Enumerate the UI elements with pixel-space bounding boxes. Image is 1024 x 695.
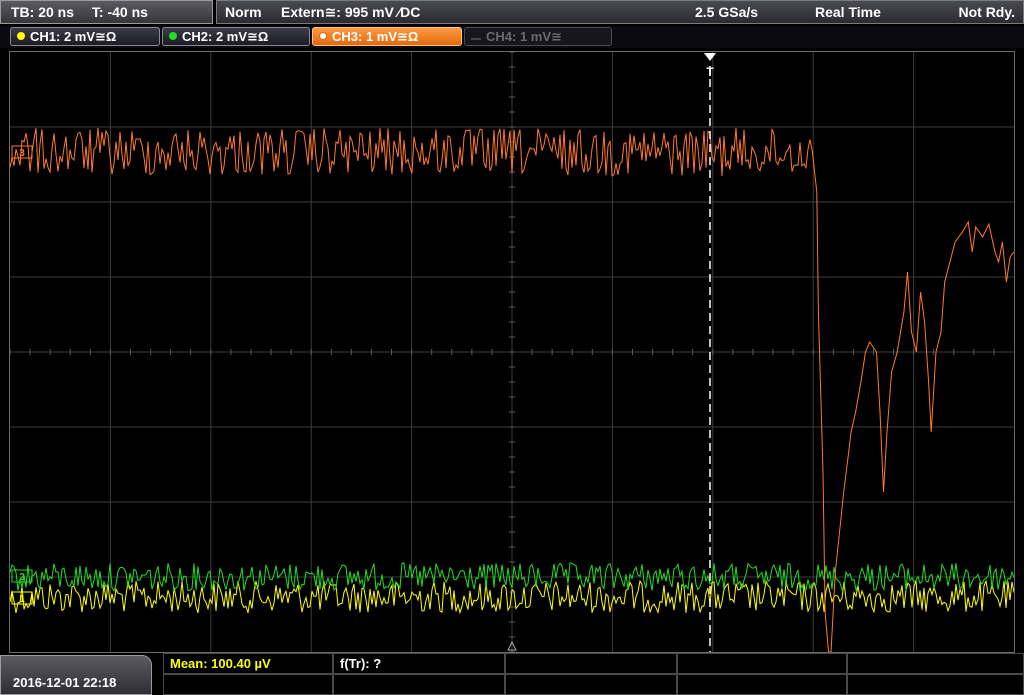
measurement-cell-empty[interactable]: [163, 674, 333, 695]
channel-tab-ch1[interactable]: CH1: 2 mV≅Ω: [10, 27, 160, 46]
waveform-display[interactable]: T 3 2 1: [9, 51, 1015, 653]
ch4-label: CH4: 1 mV≅: [486, 29, 562, 44]
measurement-mean[interactable]: Mean: 100.40 µV: [163, 653, 333, 674]
trigger-source: Extern≅: 995 mV ∕DC: [281, 4, 421, 20]
ch1-color-dot-icon: [17, 32, 25, 40]
channel-tabs: CH1: 2 mV≅Ω CH2: 2 mV≅Ω CH3: 1 mV≅Ω CH4:…: [0, 26, 1024, 48]
measurement-mean-value: Mean: 100.40 µV: [170, 656, 271, 671]
measurement-ftr[interactable]: f(Tr): ?: [333, 653, 505, 674]
acquisition-status: Not Rdy.: [958, 4, 1015, 20]
measurement-cell-empty[interactable]: [677, 653, 847, 674]
trigger-marker-icon: [704, 53, 716, 61]
measurement-cell-empty[interactable]: [505, 674, 677, 695]
timebase-panel[interactable]: TB: 20 ns T: -40 ns: [0, 0, 213, 24]
datetime-readout: 2016-12-01 22:18: [13, 675, 117, 690]
measurement-cell-empty[interactable]: [677, 674, 847, 695]
ch4-off-icon: [471, 38, 481, 40]
ch3-ground-marker-label: 3: [19, 148, 25, 159]
channel-tab-ch3[interactable]: CH3: 1 mV≅Ω: [312, 27, 462, 46]
measurement-cell-empty[interactable]: [847, 653, 1024, 674]
measurement-cell-empty[interactable]: [847, 674, 1024, 695]
ch3-color-dot-icon: [319, 32, 327, 40]
ch2-label: CH2: 2 mV≅Ω: [182, 29, 269, 44]
ch2-color-dot-icon: [169, 32, 177, 40]
trigger-mode: Norm: [225, 4, 262, 20]
datetime-panel: 2016-12-01 22:18: [0, 655, 152, 695]
measurement-table: Mean: 100.40 µV f(Tr): ?: [163, 653, 1024, 695]
timebase-readout: TB: 20 ns: [11, 4, 75, 20]
measurement-ftr-value: f(Tr): ?: [340, 656, 382, 671]
sample-rate: 2.5 GSa/s: [695, 4, 759, 20]
trigger-label: T: [706, 65, 714, 79]
ch2-ground-marker-label: 2: [19, 572, 25, 583]
channel-tab-ch2[interactable]: CH2: 2 mV≅Ω: [162, 27, 310, 46]
acquisition-mode: Real Time: [815, 4, 881, 20]
trigger-offset-readout: T: -40 ns: [91, 4, 148, 20]
ch1-label: CH1: 2 mV≅Ω: [30, 29, 117, 44]
ch1-ground-marker-label: 1: [19, 594, 25, 605]
measurement-cell-empty[interactable]: [505, 653, 677, 674]
waveform-canvas[interactable]: T 3 2 1: [10, 52, 1014, 652]
measurement-cell-empty[interactable]: [333, 674, 505, 695]
trigger-panel[interactable]: Norm Extern≅: 995 mV ∕DC 2.5 GSa/s Real …: [216, 0, 1024, 24]
channel-tab-ch4[interactable]: CH4: 1 mV≅: [464, 27, 612, 46]
ch3-label: CH3: 1 mV≅Ω: [332, 29, 419, 44]
